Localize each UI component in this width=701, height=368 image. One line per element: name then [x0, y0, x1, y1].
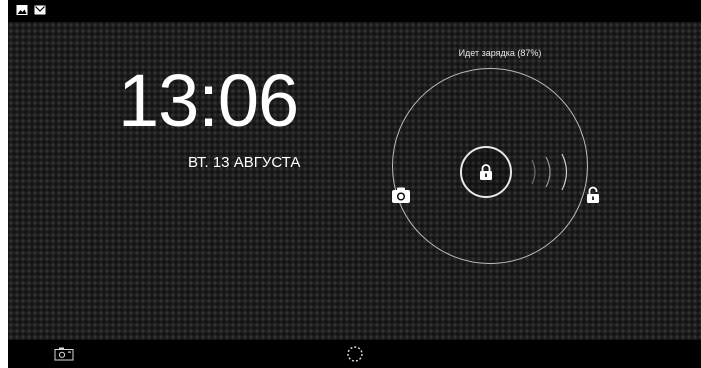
spinner-icon [347, 346, 363, 362]
camera-icon[interactable] [391, 186, 411, 204]
unlock-icon[interactable] [586, 186, 600, 204]
charging-status: Идет зарядка (87%) [458, 48, 542, 58]
status-bar [8, 0, 701, 22]
lock-handle[interactable] [460, 146, 512, 198]
navigation-bar [8, 340, 701, 368]
picture-icon [16, 5, 28, 15]
swipe-hint-arcs [531, 153, 568, 191]
lockscreen [8, 22, 701, 340]
clock-date: ВТ. 13 АВГУСТА [188, 154, 301, 171]
clock-time: 13:06 [118, 59, 299, 142]
gmail-icon [34, 5, 46, 15]
screen-edge [0, 0, 8, 368]
lock-icon [480, 164, 492, 180]
screenshot-camera-icon[interactable] [54, 347, 74, 361]
